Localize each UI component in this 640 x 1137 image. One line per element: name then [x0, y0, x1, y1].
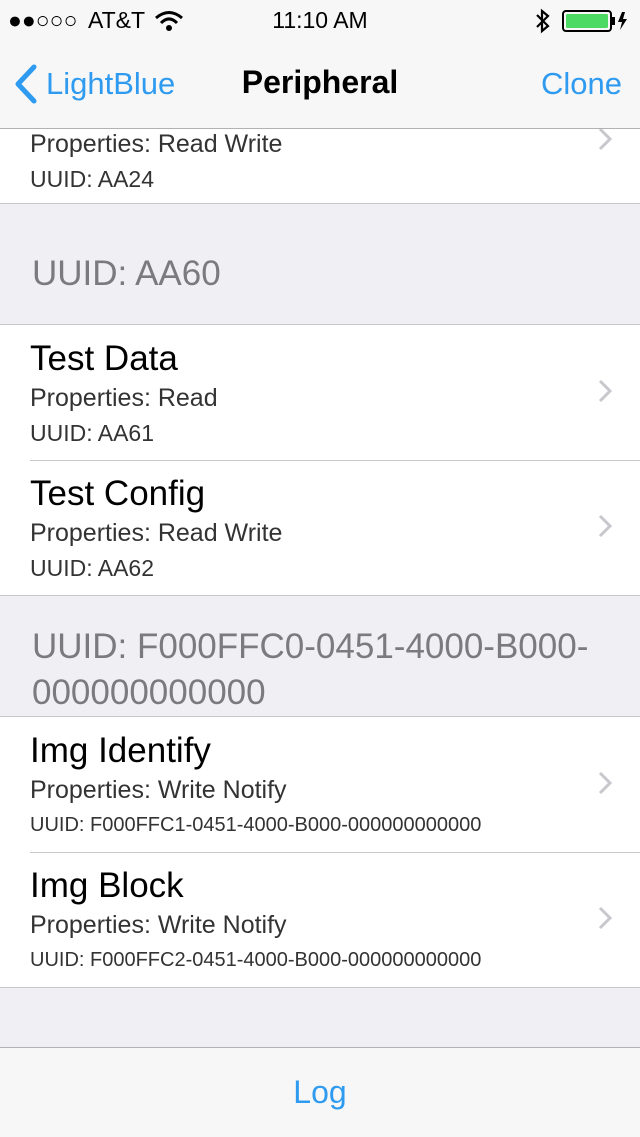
section-header: UUID: F000FFC0-0451-4000-B000-0000000000…: [0, 596, 640, 716]
service-group: Properties: Read Write UUID: AA24: [0, 129, 640, 204]
characteristic-uuid: UUID: F000FFC2-0451-4000-B000-0000000000…: [30, 949, 482, 971]
list-item[interactable]: Test Data Properties: Read UUID: AA61: [0, 325, 640, 460]
characteristic-name: Test Data: [30, 339, 178, 378]
characteristic-uuid: UUID: AA61: [30, 420, 154, 446]
list-item[interactable]: Img Identify Properties: Write Notify UU…: [0, 717, 640, 852]
clone-button[interactable]: Clone: [541, 66, 622, 102]
characteristic-properties: Properties: Read: [30, 384, 218, 412]
chevron-right-icon: [598, 514, 612, 538]
characteristic-name: Test Config: [30, 474, 206, 513]
log-button[interactable]: Log: [0, 1074, 640, 1111]
characteristic-uuid: UUID: AA62: [30, 555, 154, 581]
service-group: Img Identify Properties: Write Notify UU…: [0, 716, 640, 988]
characteristic-name: Img Block: [30, 866, 184, 905]
navigation-bar: LightBlue Peripheral Clone: [0, 40, 640, 129]
section-header-label: UUID: F000FFC0-0451-4000-B000-0000000000…: [32, 627, 589, 712]
characteristic-properties: Properties: Read Write: [30, 130, 283, 158]
list-item[interactable]: Properties: Read Write UUID: AA24: [0, 129, 640, 203]
section-header-label: UUID: AA60: [32, 254, 221, 293]
characteristics-list[interactable]: Properties: Read Write UUID: AA24 UUID: …: [0, 129, 640, 1047]
service-group: Test Data Properties: Read UUID: AA61 Te…: [0, 324, 640, 596]
bottom-toolbar: Log: [0, 1047, 640, 1137]
chevron-right-icon: [598, 129, 612, 151]
characteristic-uuid: UUID: AA24: [30, 166, 154, 192]
chevron-right-icon: [598, 906, 612, 930]
chevron-right-icon: [598, 379, 612, 403]
characteristic-name: Img Identify: [30, 731, 211, 770]
section-header: UUID: AA60: [0, 204, 640, 324]
status-bar: ●●○○○ AT&T 11:10 AM: [0, 0, 640, 40]
bluetooth-icon: [536, 8, 550, 34]
characteristic-properties: Properties: Write Notify: [30, 776, 287, 804]
list-item[interactable]: Img Block Properties: Write Notify UUID:…: [0, 852, 640, 987]
characteristic-properties: Properties: Read Write: [30, 519, 283, 547]
list-item[interactable]: Test Config Properties: Read Write UUID:…: [0, 460, 640, 595]
characteristic-uuid: UUID: F000FFC1-0451-4000-B000-0000000000…: [30, 814, 482, 836]
characteristic-properties: Properties: Write Notify: [30, 911, 287, 939]
battery-icon: [562, 10, 627, 32]
chevron-right-icon: [598, 771, 612, 795]
